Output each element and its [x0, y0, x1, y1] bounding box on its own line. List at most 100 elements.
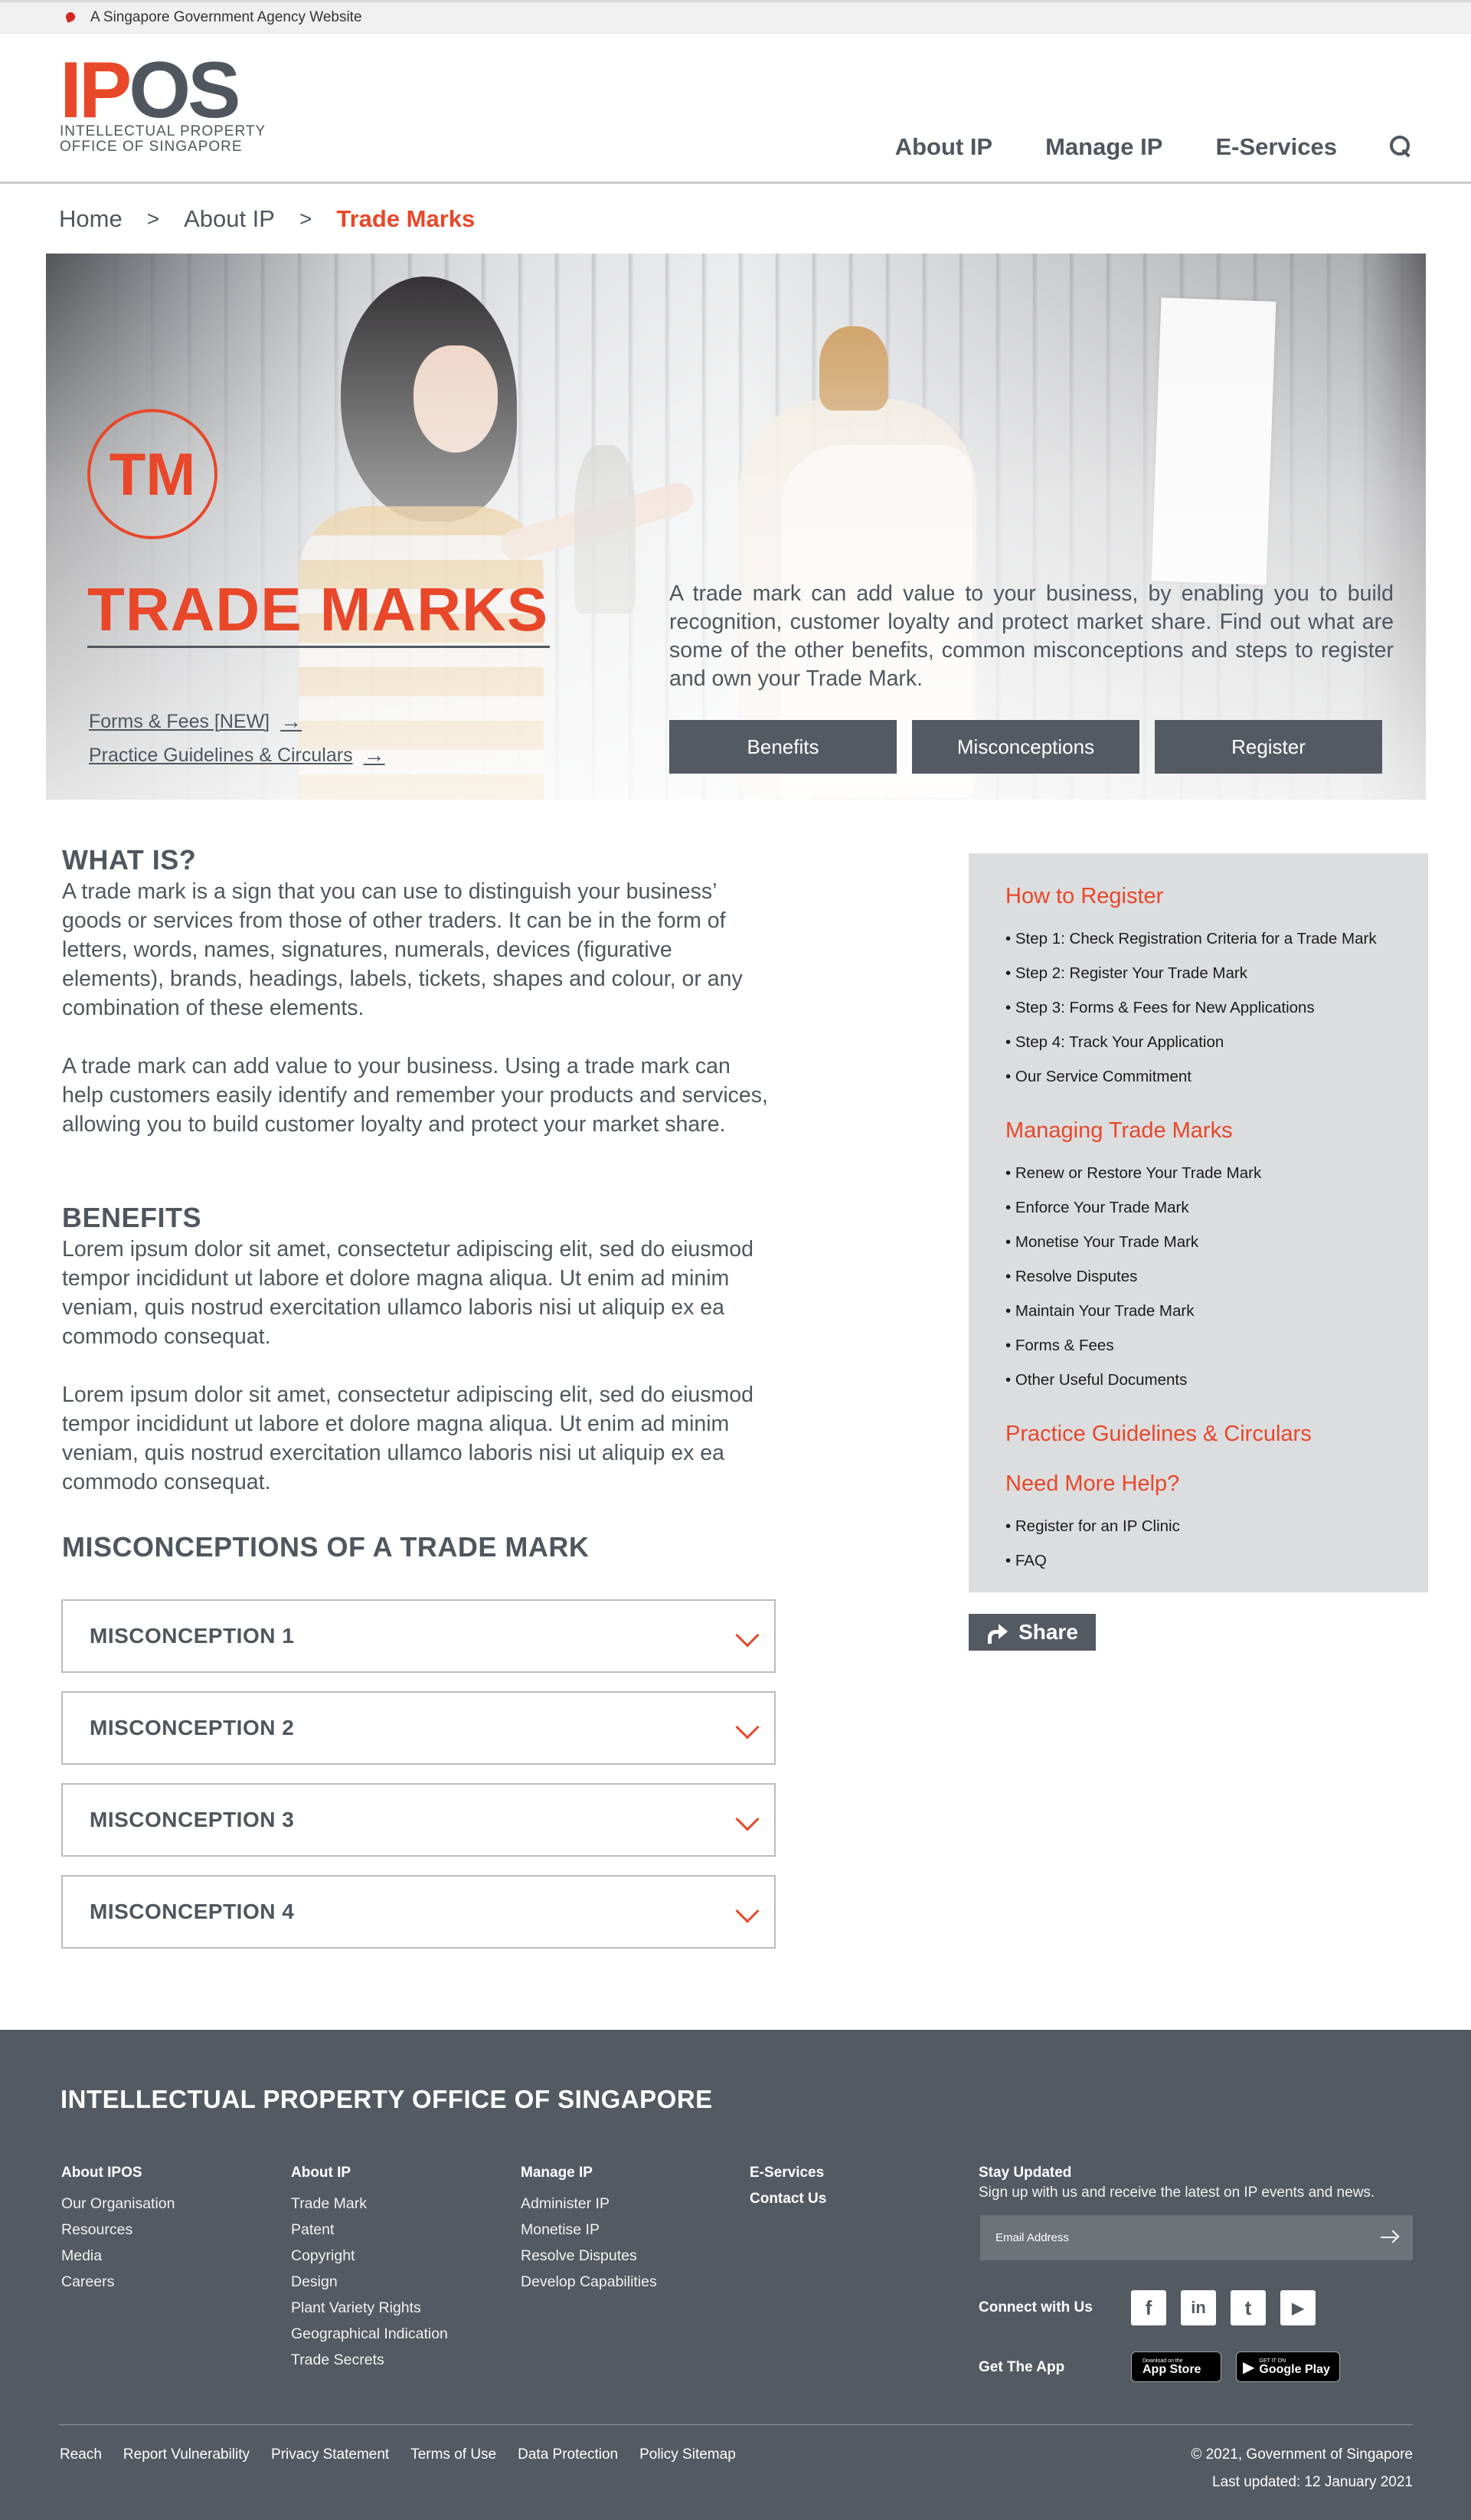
- sidebar-item-step-4[interactable]: • Step 4: Track Your Application: [1005, 1025, 1428, 1059]
- benefits-heading: BENEFITS: [62, 1202, 202, 1233]
- sidebar-item-renew[interactable]: • Renew or Restore Your Trade Mark: [1005, 1156, 1428, 1190]
- arrow-right-icon: →: [280, 709, 302, 733]
- breadcrumb-separator-icon: >: [146, 207, 160, 231]
- lion-head-icon: [64, 11, 78, 25]
- linkedin-icon[interactable]: in: [1181, 2290, 1216, 2325]
- sidebar-item-resolve-disputes[interactable]: • Resolve Disputes: [1005, 1259, 1428, 1294]
- footer-link[interactable]: Administer IP: [521, 2191, 657, 2217]
- footer-link-terms[interactable]: Terms of Use: [410, 2446, 496, 2463]
- sidebar-item-maintain[interactable]: • Maintain Your Trade Mark: [1005, 1294, 1428, 1328]
- play-icon: ▶: [1243, 2358, 1255, 2376]
- breadcrumb: Home > About IP > Trade Marks: [59, 205, 475, 233]
- sidebar-item-ip-clinic[interactable]: • Register for an IP Clinic: [1005, 1509, 1428, 1543]
- share-button[interactable]: Share: [969, 1614, 1096, 1651]
- misconception-accordion[interactable]: MISCONCEPTION 1: [61, 1599, 776, 1673]
- site-footer: INTELLECTUAL PROPERTY OFFICE OF SINGAPOR…: [0, 2030, 1471, 2520]
- footer-column-manage-ip: Manage IP Administer IP Monetise IP Reso…: [521, 2165, 657, 2295]
- footer-link[interactable]: Monetise IP: [521, 2217, 657, 2243]
- register-button[interactable]: Register: [1155, 720, 1382, 774]
- logo-mark: IP OS: [60, 46, 266, 135]
- logo-line-1: INTELLECTUAL PROPERTY: [60, 123, 266, 139]
- hero-link-label: Practice Guidelines & Circulars: [89, 744, 353, 766]
- footer-link-privacy[interactable]: Privacy Statement: [271, 2446, 389, 2463]
- chevron-down-icon: [735, 1899, 760, 1923]
- nav-manage-ip[interactable]: Manage IP: [1045, 133, 1162, 161]
- search-icon[interactable]: [1390, 136, 1413, 159]
- footer-link[interactable]: Plant Variety Rights: [291, 2295, 448, 2321]
- hero-title: TRADE MARKS: [87, 575, 549, 643]
- footer-link[interactable]: Our Organisation: [61, 2191, 175, 2217]
- misconceptions-heading: MISCONCEPTIONS OF A TRADE MARK: [62, 1531, 590, 1563]
- footer-link[interactable]: Trade Secrets: [291, 2347, 448, 2373]
- footer-title: INTELLECTUAL PROPERTY OFFICE OF SINGAPOR…: [60, 2085, 713, 2113]
- what-is-paragraph-2: A trade mark can add value to your busin…: [62, 1054, 768, 1137]
- benefits-button[interactable]: Benefits: [669, 720, 897, 774]
- twitter-icon[interactable]: t: [1231, 2290, 1266, 2325]
- app-store-badge[interactable]: Download on the App Store: [1131, 2351, 1221, 2382]
- sidebar-item-monetise[interactable]: • Monetise Your Trade Mark: [1005, 1225, 1428, 1259]
- last-updated: Last updated: 12 January 2021: [1212, 2474, 1413, 2490]
- sidebar-item-enforce[interactable]: • Enforce Your Trade Mark: [1005, 1190, 1428, 1225]
- hero-link-practice-guidelines[interactable]: Practice Guidelines & Circulars →: [89, 743, 385, 767]
- sidebar-item-step-3[interactable]: • Step 3: Forms & Fees for New Applicati…: [1005, 990, 1428, 1025]
- footer-link[interactable]: Copyright: [291, 2243, 448, 2269]
- misconception-accordion[interactable]: MISCONCEPTION 2: [61, 1691, 776, 1765]
- facebook-icon[interactable]: f: [1131, 2290, 1166, 2325]
- app-store-text: Download on the App Store: [1142, 2358, 1201, 2376]
- accordion-label: MISCONCEPTION 4: [90, 1900, 295, 1923]
- connect-heading: Connect with Us: [979, 2299, 1093, 2315]
- gov-banner-text: A Singapore Government Agency Website: [90, 9, 362, 25]
- footer-link[interactable]: Resources: [61, 2217, 175, 2243]
- footer-column-e-services: E-Services Contact Us: [750, 2165, 826, 2217]
- hero-link-forms-fees[interactable]: Forms & Fees [NEW] →: [89, 709, 302, 734]
- footer-link[interactable]: Design: [291, 2269, 448, 2295]
- footer-link[interactable]: Resolve Disputes: [521, 2243, 657, 2269]
- footer-link[interactable]: Trade Mark: [291, 2191, 448, 2217]
- sidebar-item-service-commitment[interactable]: • Our Service Commitment: [1005, 1059, 1428, 1094]
- sidebar-item-step-1[interactable]: • Step 1: Check Registration Criteria fo…: [1005, 921, 1428, 956]
- how-to-register-heading[interactable]: How to Register: [1005, 884, 1428, 909]
- logo-os: OS: [129, 46, 240, 135]
- main-nav: About IP Manage IP E-Services: [895, 133, 1471, 161]
- footer-link[interactable]: Geographical Indication: [291, 2321, 448, 2347]
- footer-link-data-protection[interactable]: Data Protection: [518, 2446, 618, 2463]
- hero-description: A trade mark can add value to your busin…: [669, 581, 1394, 691]
- misconception-accordion[interactable]: MISCONCEPTION 3: [61, 1783, 776, 1857]
- footer-link[interactable]: Patent: [291, 2217, 448, 2243]
- footer-link-reach[interactable]: Reach: [60, 2446, 102, 2463]
- footer-link[interactable]: Develop Capabilities: [521, 2269, 657, 2295]
- sidebar-item-faq[interactable]: • FAQ: [1005, 1543, 1428, 1578]
- nav-about-ip[interactable]: About IP: [895, 133, 992, 161]
- footer-bottom-links: Reach Report Vulnerability Privacy State…: [60, 2446, 757, 2463]
- footer-link-sitemap[interactable]: Policy Sitemap: [639, 2446, 736, 2463]
- managing-trade-marks-heading[interactable]: Managing Trade Marks: [1005, 1118, 1428, 1144]
- sidebar-item-forms-fees[interactable]: • Forms & Fees: [1005, 1328, 1428, 1363]
- footer-column-about-ipos: About IPOS Our Organisation Resources Me…: [61, 2165, 175, 2295]
- need-more-help-heading[interactable]: Need More Help?: [1005, 1471, 1428, 1497]
- site-header: IP OS INTELLECTUAL PROPERTY OFFICE OF SIN…: [0, 34, 1471, 184]
- gov-banner: A Singapore Government Agency Website: [0, 0, 1471, 34]
- sidebar-item-step-2[interactable]: • Step 2: Register Your Trade Mark: [1005, 956, 1428, 990]
- breadcrumb-home[interactable]: Home: [59, 205, 123, 233]
- google-play-badge[interactable]: ▶ GET IT ON Google Play: [1236, 2351, 1340, 2382]
- youtube-icon[interactable]: ▶: [1280, 2290, 1316, 2325]
- misconceptions-button[interactable]: Misconceptions: [912, 720, 1139, 774]
- nav-e-services[interactable]: E-Services: [1215, 133, 1337, 161]
- footer-link[interactable]: Careers: [61, 2269, 175, 2295]
- footer-link-report-vulnerability[interactable]: Report Vulnerability: [123, 2446, 250, 2463]
- practice-guidelines-heading[interactable]: Practice Guidelines & Circulars: [1005, 1422, 1428, 1447]
- breadcrumb-current: Trade Marks: [336, 205, 476, 232]
- accordion-label: MISCONCEPTION 1: [90, 1624, 295, 1648]
- breadcrumb-about-ip[interactable]: About IP: [184, 205, 275, 233]
- email-subscribe-field[interactable]: Email Address: [980, 2215, 1413, 2260]
- footer-contact-us-link[interactable]: Contact Us: [750, 2191, 826, 2207]
- hero-banner: TM TRADE MARKS Forms & Fees [NEW] → Prac…: [46, 254, 1426, 800]
- share-label: Share: [1018, 1620, 1078, 1644]
- sidebar-item-useful-documents[interactable]: • Other Useful Documents: [1005, 1363, 1428, 1397]
- footer-link[interactable]: Media: [61, 2243, 175, 2269]
- ipos-logo[interactable]: IP OS INTELLECTUAL PROPERTY OFFICE OF SIN…: [60, 46, 266, 155]
- footer-column-about-ip: About IP Trade Mark Patent Copyright Des…: [291, 2165, 448, 2373]
- misconception-accordion[interactable]: MISCONCEPTION 4: [61, 1875, 776, 1949]
- submit-arrow-icon[interactable]: [1381, 2229, 1399, 2246]
- footer-e-services-link[interactable]: E-Services: [750, 2165, 826, 2181]
